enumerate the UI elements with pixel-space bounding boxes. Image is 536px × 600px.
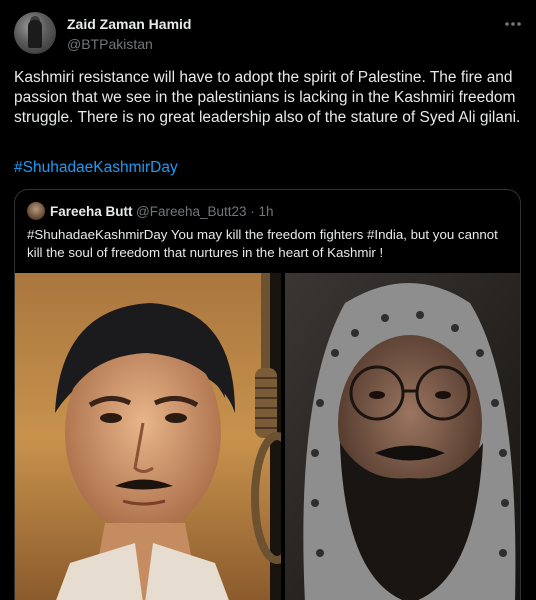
quoted-media-image[interactable]: [15, 273, 520, 600]
right-portrait-eye-left: [369, 391, 385, 399]
author-avatar[interactable]: [14, 12, 56, 54]
author-name[interactable]: Zaid Zaman Hamid: [67, 16, 191, 32]
quoted-author-name: Fareeha Butt: [50, 204, 133, 219]
left-portrait-eye-right: [165, 413, 187, 423]
panel-divider: [281, 273, 285, 600]
quoted-tweet[interactable]: Fareeha Butt @Fareeha_Butt23 · 1h #Shuha…: [14, 189, 521, 600]
quoted-author-meta: @Fareeha_Butt23 · 1h: [136, 204, 274, 219]
quoted-timestamp: · 1h: [250, 204, 274, 219]
right-portrait-eye-right: [435, 391, 451, 399]
quoted-tweet-text: #ShuhadaeKashmirDay You may kill the fre…: [27, 227, 498, 260]
media-collage: [15, 273, 520, 600]
noose-rope-vertical: [261, 273, 270, 373]
avatar-figure-body: [28, 20, 42, 48]
more-options-button[interactable]: [500, 14, 526, 34]
author-handle[interactable]: @BTPakistan: [67, 36, 153, 52]
hashtag-link[interactable]: #ShuhadaeKashmirDay: [14, 159, 178, 177]
more-horizontal-icon: [505, 22, 521, 26]
tweet-text: Kashmiri resistance will have to adopt t…: [14, 69, 521, 126]
quoted-author-avatar: [27, 202, 45, 220]
tweet: Zaid Zaman Hamid @BTPakistan Kashmiri re…: [0, 0, 536, 600]
quoted-author-handle: @Fareeha_Butt23: [136, 204, 247, 219]
left-portrait-eye-left: [100, 413, 122, 423]
